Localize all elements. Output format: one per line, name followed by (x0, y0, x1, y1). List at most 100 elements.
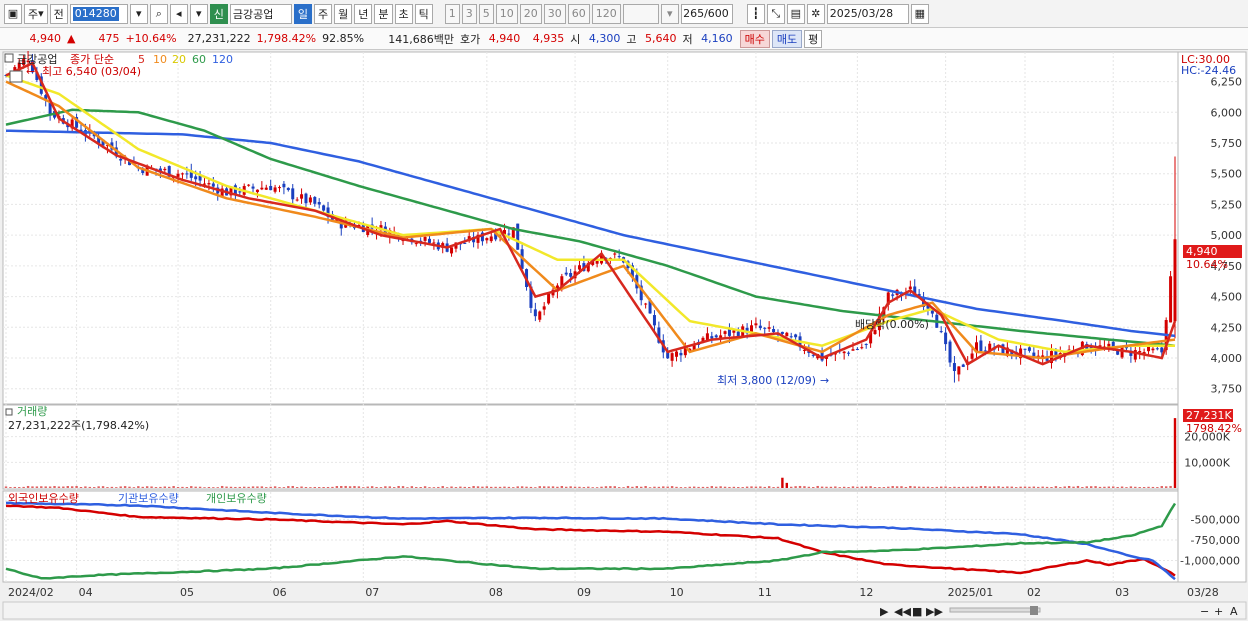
volume-bar (1147, 486, 1150, 488)
volume-bar (595, 487, 599, 488)
holding-indiv-title: 개인보유수량 (206, 492, 267, 505)
period-month[interactable]: 월 (334, 3, 353, 24)
candle-body (278, 187, 282, 189)
volume-bar (679, 487, 683, 488)
market-select[interactable]: 주 ▾ (24, 3, 48, 24)
zoom-out-icon[interactable]: − (1200, 605, 1209, 618)
period-minute[interactable]: 분 (374, 3, 393, 24)
period-week[interactable]: 주 (314, 3, 333, 24)
volume-bar (622, 487, 625, 488)
speaker-icon[interactable]: ◂ (169, 3, 188, 24)
volume-bar (600, 486, 603, 488)
volume-bar (1059, 487, 1062, 488)
stock-chart[interactable]: 6,2506,0005,7505,5005,2505,0004,7504,500… (0, 51, 1248, 621)
candle-body (1147, 346, 1151, 352)
volume-bar (715, 486, 718, 488)
candle-icon[interactable]: ┇ (746, 3, 765, 24)
volume-bar (820, 486, 824, 488)
search-icon[interactable]: ⌕ (149, 3, 168, 24)
candle-body (423, 236, 427, 241)
period-day[interactable]: 일 (293, 3, 313, 24)
fast-forward-icon[interactable]: ▶▶ (926, 605, 943, 618)
volume-bar (26, 485, 30, 488)
code-dropdown-icon[interactable]: ▾ (129, 3, 148, 24)
period-tick[interactable]: 틱 (414, 3, 433, 24)
prev-button[interactable]: 전 (49, 3, 68, 24)
candle-body (432, 242, 436, 244)
volume-bar (331, 486, 334, 488)
period-second[interactable]: 초 (394, 3, 413, 24)
volume-bar (697, 486, 700, 488)
stop-icon[interactable]: ■ (912, 605, 922, 618)
scroll-forward-icon[interactable]: ▶ (880, 605, 889, 618)
window-icon[interactable]: ▣ (4, 3, 22, 24)
scroll-rewind-icon[interactable]: ◀◀ (894, 605, 911, 618)
volume-bar (750, 486, 753, 488)
count-input[interactable]: 265/600 (680, 3, 733, 24)
minute-120[interactable]: 120 (591, 3, 621, 24)
candle-body (247, 184, 251, 186)
date-tick-label: 07 (365, 586, 379, 599)
candle-body (291, 188, 295, 200)
volume-bar (40, 486, 43, 488)
volume-bar (432, 487, 436, 488)
candle-body (758, 325, 762, 329)
stock-code-input[interactable]: 014280 (69, 3, 128, 24)
candle-body (507, 233, 511, 235)
candle-body (304, 193, 308, 204)
volume-bar (935, 486, 938, 488)
volume-bar (865, 486, 868, 488)
minute-20[interactable]: 20 (519, 3, 542, 24)
volume-bar (706, 486, 709, 488)
candle-body (185, 173, 189, 175)
volume-bar (128, 486, 131, 488)
current-price-value: 4,940 (1186, 245, 1218, 258)
volume-bar (344, 485, 347, 488)
draw-icon[interactable]: ⤡ (766, 3, 785, 24)
sell-button[interactable]: 매도 (771, 29, 803, 48)
minute-1[interactable]: 1 (444, 3, 460, 24)
gear-icon[interactable]: ✲ (806, 3, 825, 24)
history-dropdown-icon[interactable]: ▾ (189, 3, 208, 24)
period-year[interactable]: 년 (354, 3, 373, 24)
candle-body (780, 331, 784, 334)
date-input[interactable]: 2025/03/28 (826, 3, 909, 24)
eval-button[interactable]: 평 (804, 29, 823, 48)
volume-bar (1107, 486, 1111, 488)
volume-bar (798, 485, 802, 488)
volume-bar (604, 486, 608, 488)
calendar-icon[interactable]: ▦ (910, 3, 929, 24)
minute-3[interactable]: 3 (461, 3, 477, 24)
zoom-in-icon[interactable]: + (1214, 605, 1223, 618)
candle-body (180, 173, 184, 175)
grid-toggle-icon[interactable] (9, 70, 23, 83)
minute-60[interactable]: 60 (567, 3, 590, 24)
minute-5[interactable]: 5 (478, 3, 494, 24)
volume-bar (856, 486, 859, 488)
volume-bar (260, 486, 264, 488)
volume-bar (384, 486, 387, 488)
candle-body (1138, 351, 1142, 353)
holding-tick-label: -1,000,000 (1180, 554, 1240, 567)
volume-bar (1037, 486, 1040, 488)
low-annotation: 최저 3,800 (12/09) (717, 374, 816, 387)
minute-custom-input[interactable] (622, 3, 659, 24)
save-icon[interactable]: ▤ (786, 3, 805, 24)
minute-30[interactable]: 30 (543, 3, 566, 24)
volume-title: 거래량 (17, 405, 47, 418)
volume-bar (282, 487, 286, 488)
scroll-thumb[interactable] (1030, 606, 1038, 615)
candle-body (1173, 239, 1177, 322)
candle-body (485, 238, 489, 241)
minute-10[interactable]: 10 (495, 3, 518, 24)
minute-dropdown-icon[interactable]: ▾ (660, 3, 679, 24)
date-tick-label: 03/28 (1187, 586, 1219, 599)
buy-button[interactable]: 매수 (739, 29, 770, 48)
scroll-track[interactable] (949, 607, 1041, 613)
candle-body (851, 349, 855, 351)
price-tick-label: 5,750 (1211, 137, 1243, 150)
volume-bar (1089, 486, 1093, 488)
date-tick-label: 2024/02 (8, 586, 54, 599)
volume-bar (547, 486, 550, 488)
font-size-icon[interactable]: A (1230, 605, 1238, 618)
